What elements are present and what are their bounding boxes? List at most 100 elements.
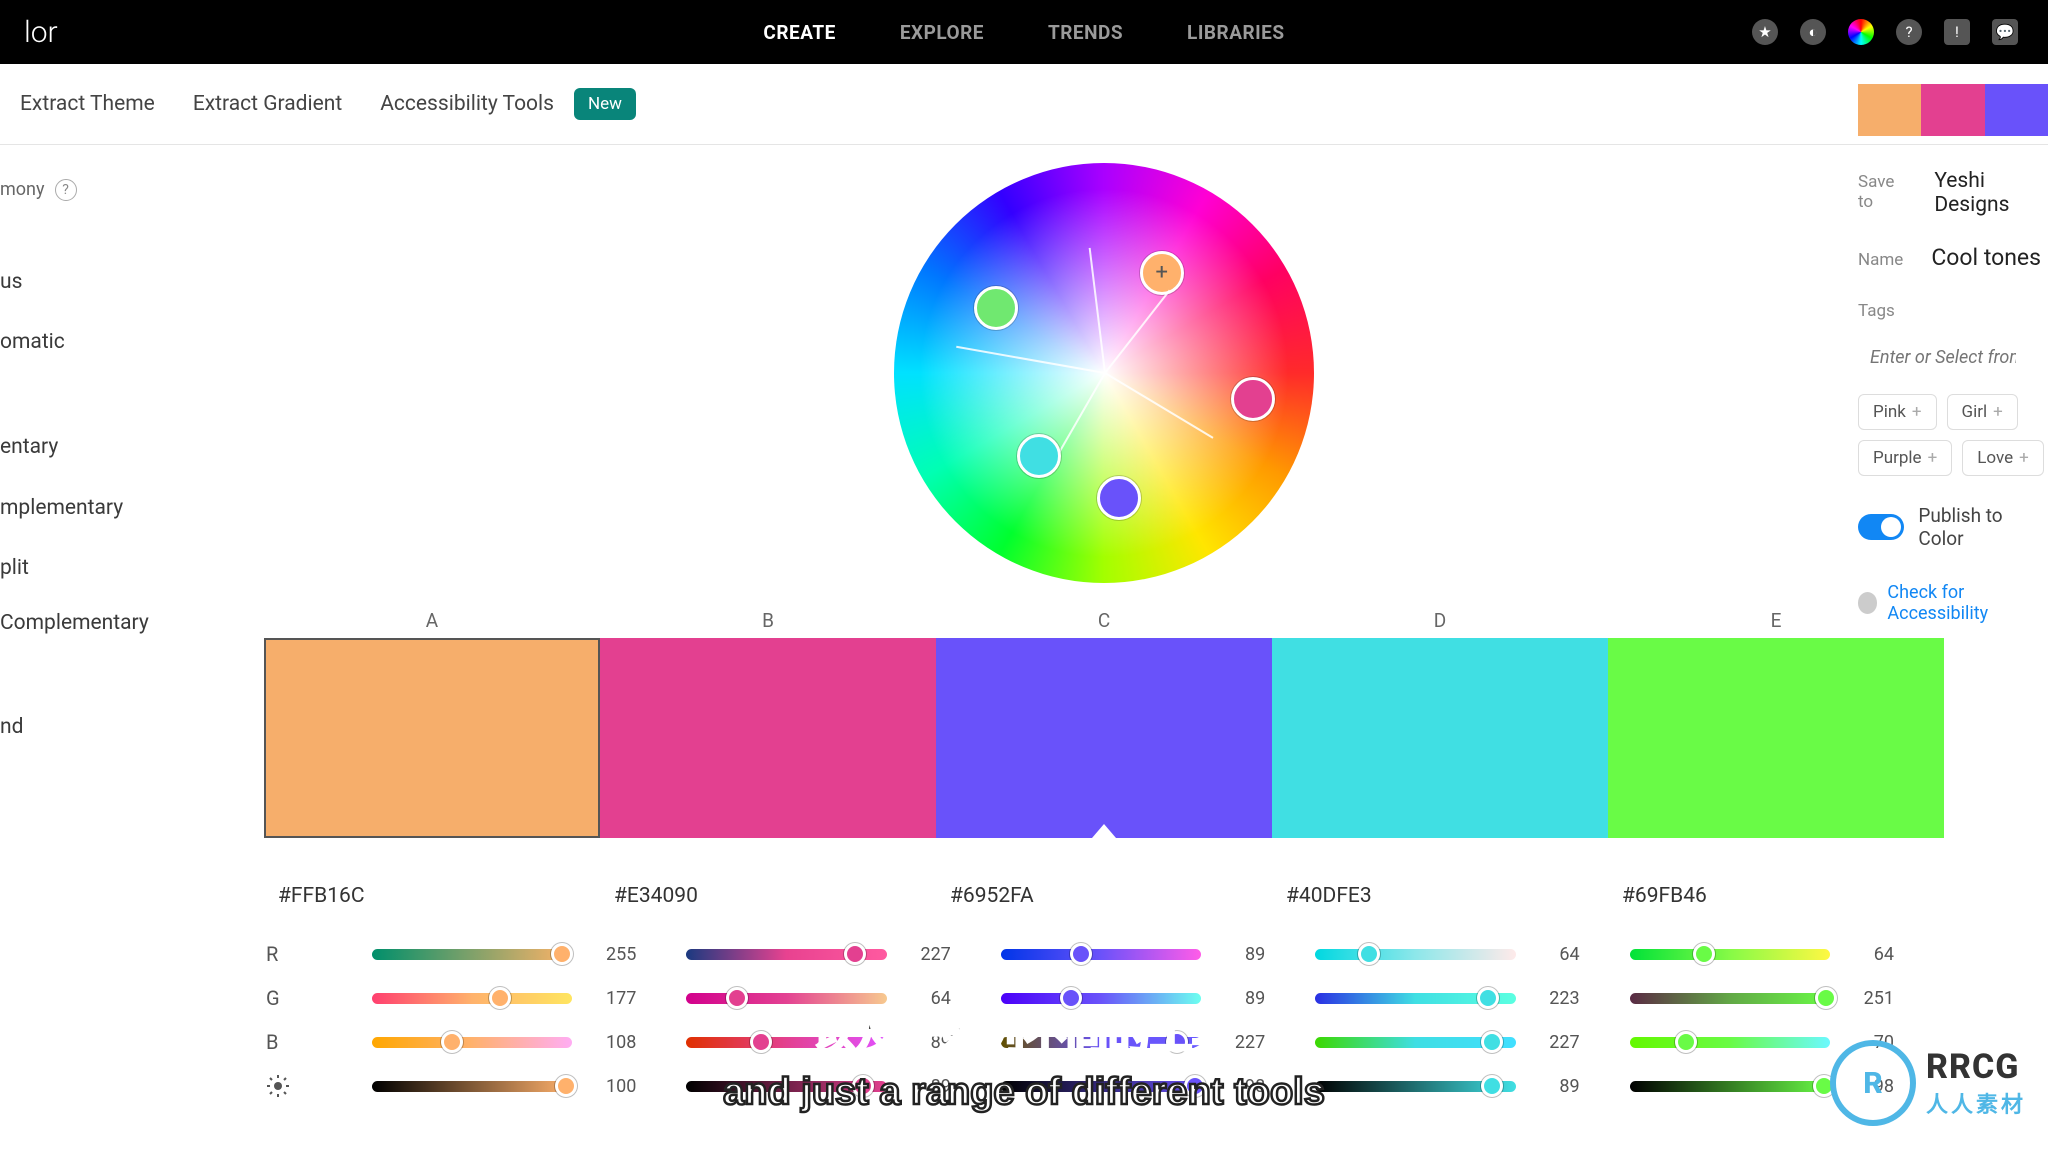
nav-create[interactable]: CREATE [763, 21, 835, 44]
tags-input[interactable] [1858, 339, 2028, 376]
tab-extract-gradient[interactable]: Extract Gradient [193, 92, 342, 116]
tab-accessibility-tools[interactable]: Accessibility Tools [380, 92, 554, 116]
channel-value[interactable]: 227 [1534, 1032, 1580, 1053]
publish-label: Publish to Color [1918, 504, 2048, 550]
wheel-handle[interactable] [1231, 377, 1275, 421]
channel-value[interactable]: 64 [1534, 944, 1580, 965]
channel-slider[interactable] [1630, 949, 1830, 960]
slider-thumb[interactable] [726, 987, 748, 1009]
swatch[interactable] [1272, 638, 1608, 838]
slider-thumb[interactable] [441, 1031, 463, 1053]
channel-slider[interactable] [1001, 949, 1201, 960]
help-icon[interactable]: ? [1896, 19, 1922, 45]
mini-swatch[interactable] [1921, 84, 1984, 136]
slider-thumb[interactable] [1481, 1031, 1503, 1053]
watermark: R RRCG 人人素材 [1830, 1040, 2026, 1126]
color-wheel[interactable] [894, 163, 1314, 583]
theme-name[interactable]: Cool tones [1931, 240, 2041, 291]
slider-thumb[interactable] [844, 943, 866, 965]
hex-value[interactable]: #6952FA [936, 868, 1272, 924]
feedback-icon[interactable]: ! [1944, 19, 1970, 45]
hex-value[interactable]: #E34090 [600, 868, 936, 924]
channel-value[interactable]: 89 [1534, 1076, 1580, 1097]
harmony-item[interactable]: entary [0, 417, 160, 478]
channel-slider[interactable] [372, 1037, 572, 1048]
slider-thumb[interactable] [551, 943, 573, 965]
wheel-handle[interactable] [1017, 434, 1061, 478]
slider-thumb[interactable] [555, 1075, 577, 1097]
wheel-handle[interactable] [1097, 476, 1141, 520]
slider-thumb[interactable] [750, 1031, 772, 1053]
channel-slider[interactable] [1315, 1081, 1515, 1092]
harmony-item[interactable]: omatic [0, 312, 160, 373]
harmony-item[interactable]: nd [0, 697, 160, 758]
tag-chip[interactable]: Pink+ [1858, 394, 1937, 430]
slider-thumb[interactable] [1477, 987, 1499, 1009]
mini-swatch[interactable] [1858, 84, 1921, 136]
channel-slider[interactable] [1315, 1037, 1515, 1048]
tag-chip[interactable]: Love+ [1962, 440, 2044, 476]
channel-value[interactable]: 100 [590, 1076, 636, 1097]
nav-explore[interactable]: EXPLORE [900, 21, 984, 44]
mini-swatch[interactable] [1985, 84, 2048, 136]
channel-value[interactable]: 255 [590, 944, 636, 965]
channel-slider[interactable] [1315, 993, 1515, 1004]
harmony-item[interactable]: us [0, 252, 160, 313]
tab-extract-theme[interactable]: Extract Theme [20, 92, 155, 116]
channel-label: G [264, 986, 372, 1010]
swatch[interactable] [600, 638, 936, 838]
subtitle-zh: 以及一系列不同的工具 [814, 1001, 1234, 1062]
channel-value[interactable]: 223 [1534, 988, 1580, 1009]
channel-slider[interactable] [372, 1081, 572, 1092]
save-to-value[interactable]: Yeshi Designs [1934, 165, 2048, 217]
channel-value[interactable]: 64 [1848, 944, 1894, 965]
channel-slider[interactable] [1630, 1037, 1830, 1048]
wheel-handle[interactable] [1140, 251, 1184, 295]
swatch[interactable] [936, 638, 1272, 838]
slider-thumb[interactable] [1675, 1031, 1697, 1053]
chat-icon[interactable]: 💬 [1992, 19, 2018, 45]
star-icon[interactable]: ★ [1752, 19, 1778, 45]
nav-libraries[interactable]: LIBRARIES [1187, 21, 1285, 44]
subtitle-en: and just a range of different tools [723, 1071, 1325, 1114]
slider-thumb[interactable] [1070, 943, 1092, 965]
tags-label: Tags [1858, 291, 2048, 331]
colorwheel-icon[interactable] [1848, 19, 1874, 45]
watermark-icon: R [1830, 1040, 1916, 1126]
harmony-item[interactable]: plit Complementary [0, 538, 160, 653]
swatch-letter: A [264, 609, 600, 638]
nav-trends[interactable]: TRENDS [1048, 21, 1123, 44]
hex-value[interactable]: #69FB46 [1608, 868, 1944, 924]
publish-toggle[interactable] [1858, 514, 1904, 540]
channel-value[interactable]: 251 [1848, 988, 1894, 1009]
sub-nav: Extract Theme Extract Gradient Accessibi… [0, 64, 2048, 145]
channel-slider[interactable] [1315, 949, 1515, 960]
channel-value[interactable]: 108 [590, 1032, 636, 1053]
moon-icon[interactable]: ◐ [1800, 19, 1826, 45]
right-panel: Save to Yeshi Designs Name Cool tones Ta… [1858, 64, 2048, 624]
harmony-item[interactable]: mplementary [0, 478, 160, 539]
hex-value[interactable]: #40DFE3 [1272, 868, 1608, 924]
hex-value[interactable]: #FFB16C [264, 868, 600, 924]
wheel-handle[interactable] [974, 286, 1018, 330]
slider-thumb[interactable] [1693, 943, 1715, 965]
channel-slider[interactable] [1630, 1081, 1830, 1092]
tag-chip[interactable]: Girl+ [1947, 394, 2018, 430]
slider-thumb[interactable] [1358, 943, 1380, 965]
channel-slider[interactable] [1630, 993, 1830, 1004]
slider-thumb[interactable] [1481, 1075, 1503, 1097]
channel-value[interactable]: 177 [590, 988, 636, 1009]
help-circle-icon[interactable]: ? [55, 179, 77, 201]
check-accessibility-link[interactable]: Check for Accessibility [1887, 582, 2048, 624]
slider-thumb[interactable] [1815, 987, 1837, 1009]
tag-chip[interactable]: Purple+ [1858, 440, 1952, 476]
channel-slider[interactable] [686, 949, 886, 960]
channel-slider[interactable] [372, 993, 572, 1004]
channel-slider[interactable] [372, 949, 572, 960]
channel-value[interactable]: 227 [905, 944, 951, 965]
swatch[interactable] [264, 638, 600, 838]
save-to-label: Save to [1858, 162, 1906, 222]
channel-value[interactable]: 89 [1219, 944, 1265, 965]
slider-thumb[interactable] [489, 987, 511, 1009]
swatch[interactable] [1608, 638, 1944, 838]
